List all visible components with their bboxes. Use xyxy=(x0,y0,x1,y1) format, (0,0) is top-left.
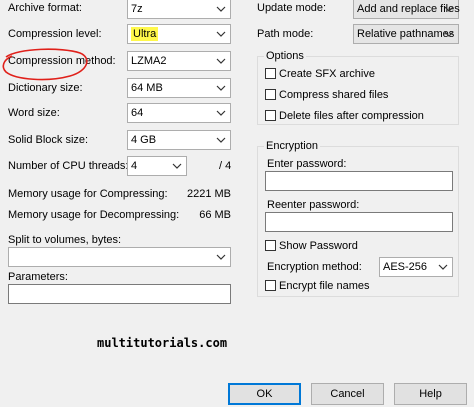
memory-decompress-label: Memory usage for Decompressing: xyxy=(8,209,180,221)
dictionary-size-value: 64 MB xyxy=(131,82,163,94)
chevron-down-icon xyxy=(444,31,454,37)
word-size-label: Word size: xyxy=(8,107,60,119)
memory-compress-value: 2221 MB xyxy=(186,188,231,200)
update-mode-select[interactable]: Add and replace files xyxy=(353,0,460,19)
enter-password-label: Enter password: xyxy=(267,158,347,170)
chevron-down-icon xyxy=(216,58,226,64)
options-group-title: Options xyxy=(264,50,306,63)
compress-shared-label: Compress shared files xyxy=(279,89,389,101)
annotation-circle xyxy=(2,48,88,81)
dictionary-size-label: Dictionary size: xyxy=(8,82,83,94)
reenter-password-input[interactable] xyxy=(265,212,453,232)
encryption-method-label: Encryption method: xyxy=(267,261,362,273)
enter-password-input[interactable] xyxy=(265,171,453,191)
chevron-down-icon xyxy=(438,264,448,270)
solid-block-size-select[interactable]: 4 GB xyxy=(127,130,231,150)
parameters-label: Parameters: xyxy=(8,271,68,283)
update-mode-label: Update mode: xyxy=(257,2,327,14)
ok-button[interactable]: OK xyxy=(228,383,301,405)
watermark-text: multitutorials.com xyxy=(97,336,228,350)
cpu-threads-select[interactable]: 4 xyxy=(127,156,187,176)
cpu-threads-value: 4 xyxy=(131,160,138,172)
compression-level-select[interactable]: Ultra xyxy=(127,24,231,44)
cpu-threads-label: Number of CPU threads: xyxy=(8,160,129,172)
path-mode-select[interactable]: Relative pathnames xyxy=(353,24,459,44)
show-password-checkbox[interactable] xyxy=(265,240,276,251)
archive-format-select[interactable]: 7z xyxy=(127,0,231,19)
compression-method-value: LZMA2 xyxy=(131,55,167,67)
memory-compress-label: Memory usage for Compressing: xyxy=(8,188,168,200)
split-volumes-combo[interactable] xyxy=(8,247,231,267)
path-mode-value: Relative pathnames xyxy=(357,28,455,40)
compression-level-label: Compression level: xyxy=(8,28,102,40)
chevron-down-icon xyxy=(216,110,226,116)
delete-after-label: Delete files after compression xyxy=(279,110,424,122)
chevron-down-icon xyxy=(216,137,226,143)
compress-shared-checkbox[interactable] xyxy=(265,89,276,100)
path-mode-label: Path mode: xyxy=(257,28,314,40)
parameters-input[interactable] xyxy=(8,284,231,304)
encryption-method-value: AES-256 xyxy=(383,261,428,273)
reenter-password-label: Reenter password: xyxy=(267,199,360,211)
word-size-select[interactable]: 64 xyxy=(127,103,231,123)
cpu-threads-total: / 4 xyxy=(219,160,232,172)
chevron-down-icon xyxy=(444,6,454,12)
archive-format-label: Archive format: xyxy=(8,2,82,14)
archive-format-value: 7z xyxy=(131,3,143,15)
split-volumes-label: Split to volumes, bytes: xyxy=(8,234,122,246)
encrypt-names-checkbox[interactable] xyxy=(265,280,276,291)
chevron-down-icon xyxy=(216,254,226,260)
compression-method-select[interactable]: LZMA2 xyxy=(127,51,231,71)
delete-after-checkbox[interactable] xyxy=(265,110,276,121)
chevron-down-icon xyxy=(172,163,182,169)
compression-level-value: Ultra xyxy=(131,27,159,41)
word-size-value: 64 xyxy=(131,107,144,119)
memory-decompress-value: 66 MB xyxy=(199,209,231,221)
create-sfx-label: Create SFX archive xyxy=(279,68,375,80)
dictionary-size-select[interactable]: 64 MB xyxy=(127,78,231,98)
create-sfx-checkbox[interactable] xyxy=(265,68,276,79)
encrypt-names-label: Encrypt file names xyxy=(279,280,370,292)
show-password-label: Show Password xyxy=(279,240,358,252)
chevron-down-icon xyxy=(216,31,226,37)
chevron-down-icon xyxy=(216,6,226,12)
encryption-group-title: Encryption xyxy=(264,140,320,153)
help-button[interactable]: Help xyxy=(394,383,467,405)
chevron-down-icon xyxy=(216,85,226,91)
cancel-button[interactable]: Cancel xyxy=(311,383,384,405)
solid-block-size-value: 4 GB xyxy=(131,134,157,146)
encryption-method-select[interactable]: AES-256 xyxy=(379,257,453,277)
solid-block-size-label: Solid Block size: xyxy=(8,134,89,146)
